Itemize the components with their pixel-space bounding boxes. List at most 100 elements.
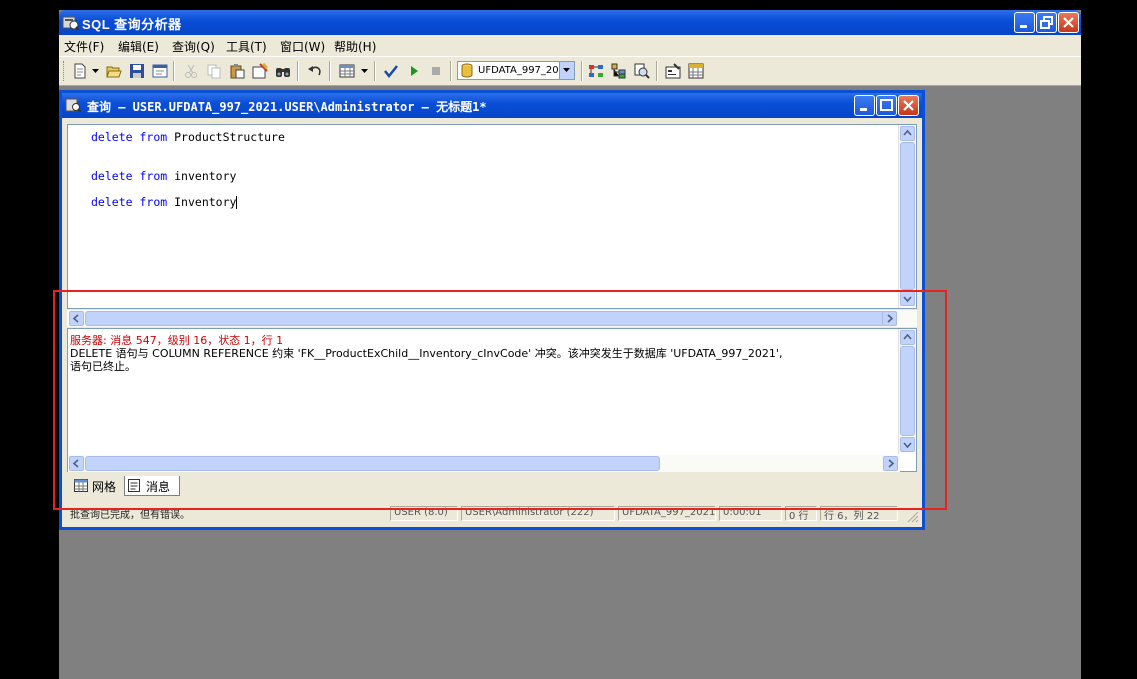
sql-table-name: ProductStructure — [174, 130, 285, 144]
menu-help[interactable]: 帮助(H) — [334, 38, 376, 55]
scroll-down-button[interactable] — [900, 291, 915, 306]
sql-keyword: delete — [91, 169, 133, 183]
status-row-count: 0 行 — [785, 506, 817, 521]
save-icon[interactable] — [129, 63, 145, 79]
messages-hscroll-thumb[interactable] — [85, 456, 660, 471]
cut-icon[interactable] — [183, 63, 199, 79]
chevron-down-icon — [563, 68, 570, 72]
tab-grid-label: 网格 — [92, 480, 117, 494]
scroll-left-button[interactable] — [69, 311, 84, 326]
text-caret — [236, 196, 238, 209]
parse-query-check-icon[interactable] — [383, 63, 399, 79]
close-icon — [1063, 17, 1074, 28]
close-button[interactable] — [1058, 12, 1079, 33]
editor-vscroll-thumb[interactable] — [900, 142, 915, 290]
status-bar: 批查询已完成，但有错误。 USER (8.0) USER\Administrat… — [62, 503, 922, 527]
new-query-icon[interactable] — [72, 63, 88, 79]
status-user: USER\Administrator (222) — [461, 506, 615, 521]
messages-horizontal-scrollbar[interactable] — [68, 455, 900, 472]
chevron-down-icon[interactable] — [92, 69, 99, 73]
query-maximize-button[interactable] — [876, 95, 897, 116]
editor-hscroll-thumb[interactable] — [85, 311, 885, 326]
open-folder-icon[interactable] — [106, 63, 122, 79]
editor-vertical-scrollbar[interactable] — [898, 125, 916, 308]
scroll-left-button[interactable] — [69, 456, 84, 471]
insert-template-icon[interactable] — [152, 63, 168, 79]
messages-icon — [128, 479, 140, 492]
cancel-query-icon[interactable] — [428, 63, 444, 79]
menu-window[interactable]: 窗口(W) — [280, 38, 325, 55]
status-message: 批查询已完成，但有错误。 — [70, 510, 190, 521]
toolbar-separator — [656, 61, 658, 81]
messages-vertical-scrollbar[interactable] — [898, 329, 916, 454]
minimize-button[interactable] — [1014, 12, 1035, 33]
tab-messages-label: 消息 — [146, 480, 171, 494]
scroll-right-button[interactable] — [883, 456, 898, 471]
toolbar-separator — [581, 61, 583, 81]
estimated-plan-icon[interactable] — [588, 63, 604, 79]
app-titlebar[interactable]: SQL 查询分析器 — [59, 10, 1081, 35]
sql-query-analyzer-window: SQL 查询分析器 文件(F) 编辑(E) 查询(Q) 工具(T) 窗口(W) … — [59, 10, 1081, 679]
undo-icon[interactable] — [307, 63, 323, 79]
sql-line-1: delete from ProductStructure — [91, 130, 285, 144]
query-window-icon — [65, 98, 81, 112]
status-database: UFDATA_997_2021 — [618, 506, 716, 521]
object-search-icon[interactable] — [634, 63, 650, 79]
editor-horizontal-scrollbar[interactable] — [67, 310, 917, 327]
database-select[interactable]: UFDATA_997_20 — [457, 61, 575, 80]
error-message-line: DELETE 语句与 COLUMN REFERENCE 约束 'FK__Prod… — [70, 347, 783, 360]
app-title: SQL 查询分析器 — [82, 17, 182, 32]
sql-keyword: from — [139, 130, 168, 144]
mdi-workspace: 查询 — USER.UFDATA_997_2021.USER\Administr… — [59, 86, 1081, 679]
close-icon — [903, 100, 914, 111]
menu-query[interactable]: 查询(Q) — [172, 38, 215, 55]
menu-tools[interactable]: 工具(T) — [226, 38, 267, 55]
toolbar-separator — [450, 61, 452, 81]
minimize-icon — [860, 108, 867, 111]
chevron-up-icon — [903, 333, 912, 340]
menu-edit[interactable]: 编辑(E) — [118, 38, 159, 55]
resize-grip-icon[interactable] — [907, 511, 919, 523]
sql-editor[interactable]: delete from ProductStructure delete from… — [67, 124, 917, 309]
restore-icon — [1040, 16, 1053, 29]
chevron-left-icon — [72, 314, 79, 323]
copy-icon[interactable] — [206, 63, 222, 79]
query-window-titlebar[interactable]: 查询 — USER.UFDATA_997_2021.USER\Administr… — [62, 93, 922, 118]
menu-bar: 文件(F) 编辑(E) 查询(Q) 工具(T) 窗口(W) 帮助(H) — [59, 35, 1081, 56]
scroll-right-button[interactable] — [882, 311, 897, 326]
chevron-up-icon — [903, 129, 912, 136]
sql-line-2: delete from inventory — [91, 169, 236, 183]
messages-vscroll-thumb[interactable] — [900, 346, 915, 436]
grid-icon — [74, 479, 88, 492]
sql-keyword: from — [139, 195, 168, 209]
chevron-down-icon[interactable] — [361, 69, 368, 73]
find-binoculars-icon[interactable] — [275, 63, 291, 79]
desktop-background — [1081, 0, 1137, 679]
query-minimize-button[interactable] — [854, 95, 875, 116]
object-browser-icon[interactable] — [611, 63, 627, 79]
execute-query-icon[interactable] — [406, 63, 422, 79]
scroll-up-button[interactable] — [900, 330, 915, 345]
database-dropdown-button[interactable] — [559, 62, 574, 79]
tab-grid[interactable]: 网格 — [72, 476, 124, 496]
tab-messages[interactable]: 消息 — [124, 476, 180, 496]
status-cursor-position: 行 6，列 22 — [820, 506, 898, 521]
paste-icon[interactable] — [229, 63, 245, 79]
chevron-left-icon — [72, 459, 79, 468]
results-grid-icon[interactable] — [339, 63, 355, 79]
toolbar-separator — [374, 61, 376, 81]
current-connection-properties-icon[interactable] — [665, 63, 681, 79]
restore-button[interactable] — [1036, 12, 1057, 33]
toolbar-separator — [173, 61, 175, 81]
messages-pane[interactable]: 服务器: 消息 547，级别 16，状态 1，行 1 DELETE 语句与 CO… — [67, 328, 917, 472]
menu-file[interactable]: 文件(F) — [64, 38, 104, 55]
query-close-button[interactable] — [898, 95, 919, 116]
show-results-pane-icon[interactable] — [688, 63, 704, 79]
scroll-down-button[interactable] — [900, 437, 915, 452]
clear-window-icon[interactable] — [252, 63, 268, 79]
toolbar-grip[interactable] — [63, 61, 67, 81]
status-elapsed-time: 0:00:01 — [719, 506, 782, 521]
results-tabs: 网格 消息 — [67, 476, 917, 498]
scroll-up-button[interactable] — [900, 126, 915, 141]
sql-keyword: delete — [91, 195, 133, 209]
